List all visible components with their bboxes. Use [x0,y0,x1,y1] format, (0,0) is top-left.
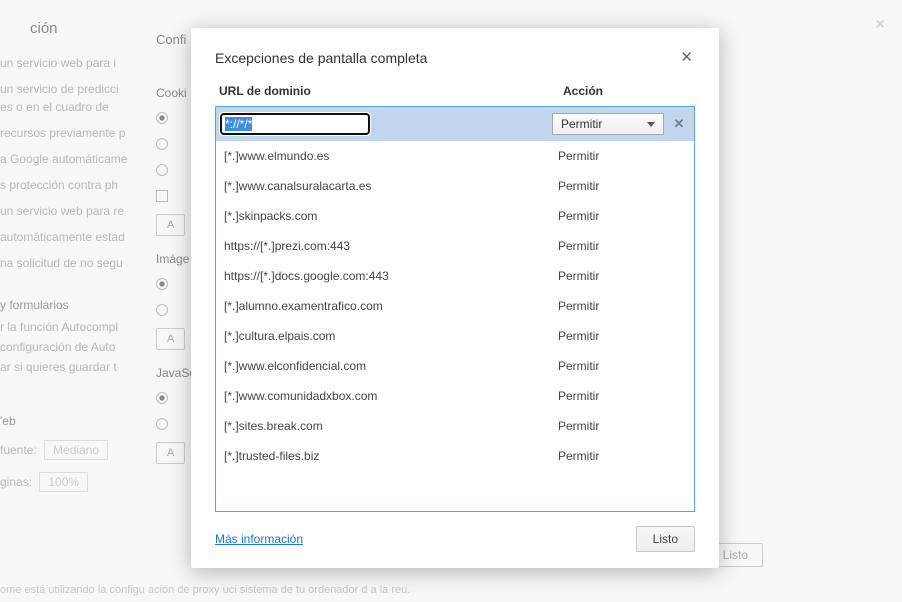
row-domain: https://[*.]docs.google.com:443 [224,269,558,283]
row-action: Permitir [558,179,688,193]
row-domain: [*.]www.canalsuralacarta.es [224,179,558,193]
row-domain: [*.]www.comunidadxbox.com [224,389,558,403]
row-domain: [*.]sites.break.com [224,419,558,433]
table-row[interactable]: [*.]www.canalsuralacarta.esPermitir [216,171,694,201]
row-domain: [*.]trusted-files.biz [224,449,558,463]
hostname-pattern-input[interactable] [220,113,370,135]
row-domain: [*.]cultura.elpais.com [224,329,558,343]
row-action: Permitir [558,149,688,163]
table-row[interactable]: [*.]www.comunidadxbox.comPermitir [216,381,694,411]
exceptions-table: Permitir ✕ [*.]www.elmundo.esPermitir[*.… [215,106,695,512]
delete-row-icon[interactable]: ✕ [670,115,688,133]
table-row[interactable]: [*.]www.elconfidencial.comPermitir [216,351,694,381]
modal-overlay: Excepciones de pantalla completa ✕ URL d… [0,0,902,602]
table-row[interactable]: [*.]www.elmundo.esPermitir [216,141,694,171]
col-header-domain: URL de dominio [219,84,563,98]
row-action: Permitir [558,209,688,223]
row-action: Permitir [558,329,688,343]
table-row[interactable]: [*.]trusted-files.bizPermitir [216,441,694,471]
more-info-link[interactable]: Más información [215,532,303,546]
row-action: Permitir [558,299,688,313]
row-action: Permitir [558,419,688,433]
table-row[interactable]: https://[*.]prezi.com:443Permitir [216,231,694,261]
close-icon[interactable]: ✕ [678,50,695,65]
row-domain: https://[*.]prezi.com:443 [224,239,558,253]
done-button[interactable]: Listo [636,526,695,552]
row-domain: [*.]skinpacks.com [224,209,558,223]
col-header-action: Acción [563,84,693,98]
row-action: Permitir [558,449,688,463]
table-row[interactable]: [*.]alumno.examentrafico.comPermitir [216,291,694,321]
table-header: URL de dominio Acción [215,84,695,106]
table-row[interactable]: [*.]sites.break.comPermitir [216,411,694,441]
row-action: Permitir [558,359,688,373]
table-row[interactable]: https://[*.]docs.google.com:443Permitir [216,261,694,291]
row-action: Permitir [558,269,688,283]
exceptions-dialog: Excepciones de pantalla completa ✕ URL d… [191,28,719,568]
table-row[interactable]: [*.]skinpacks.comPermitir [216,201,694,231]
row-domain: [*.]alumno.examentrafico.com [224,299,558,313]
dialog-title: Excepciones de pantalla completa [215,50,427,66]
row-domain: [*.]www.elconfidencial.com [224,359,558,373]
action-select-label: Permitir [561,117,602,131]
row-action: Permitir [558,239,688,253]
table-row[interactable]: [*.]cultura.elpais.comPermitir [216,321,694,351]
action-select[interactable]: Permitir [552,113,664,135]
chevron-down-icon [647,122,655,127]
edit-row: Permitir ✕ [216,107,694,141]
row-domain: [*.]www.elmundo.es [224,149,558,163]
row-action: Permitir [558,389,688,403]
